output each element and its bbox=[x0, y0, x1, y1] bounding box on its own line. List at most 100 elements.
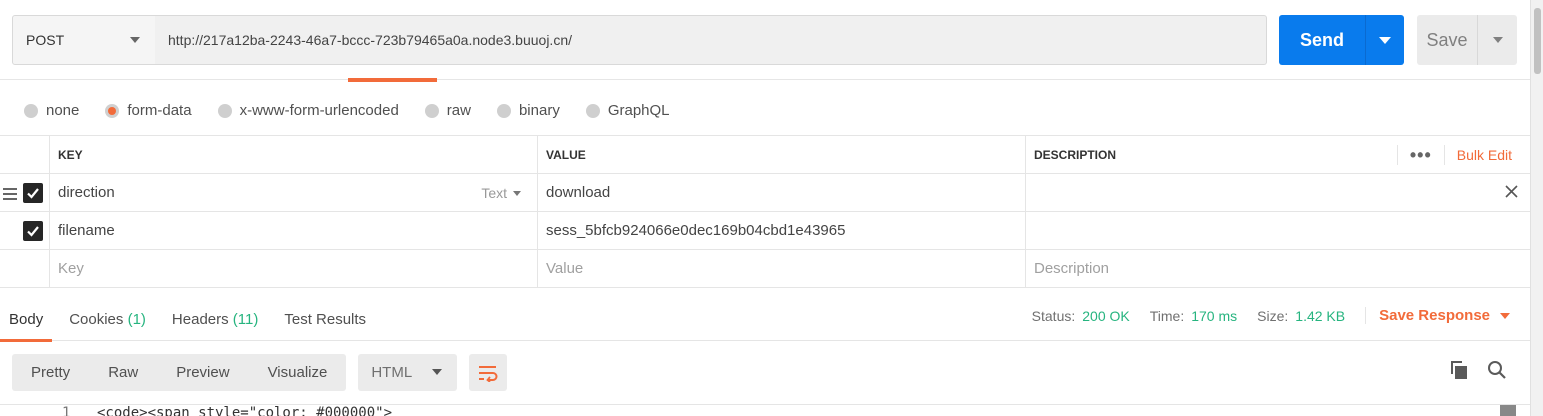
radio-form-data[interactable]: form-data bbox=[105, 102, 192, 119]
delete-row-icon[interactable] bbox=[1505, 185, 1518, 203]
status-label: Status: bbox=[1031, 307, 1076, 324]
url-input[interactable]: http://217a12ba-2243-46a7-bccc-723b79465… bbox=[155, 15, 1267, 65]
table-cell bbox=[0, 136, 50, 173]
copy-icon[interactable] bbox=[1449, 360, 1469, 385]
value-input[interactable]: Value bbox=[538, 250, 1026, 287]
status-value[interactable]: 200 OK bbox=[1082, 308, 1129, 324]
send-button[interactable]: Send bbox=[1279, 30, 1365, 51]
view-toolbar: Pretty Raw Preview Visualize HTML bbox=[12, 354, 508, 391]
more-options-icon[interactable]: ••• bbox=[1396, 145, 1444, 165]
column-header-description: DESCRIPTION ••• Bulk Edit bbox=[1026, 136, 1530, 173]
view-preview[interactable]: Preview bbox=[157, 354, 248, 391]
radio-label: GraphQL bbox=[607, 102, 670, 119]
save-response-label: Save Response bbox=[1379, 307, 1490, 324]
method-label: POST bbox=[26, 32, 65, 48]
tab-label: Body bbox=[9, 311, 44, 328]
key-type-label: Text bbox=[481, 185, 507, 201]
column-header-key: KEY bbox=[50, 136, 538, 173]
send-options-button[interactable] bbox=[1366, 36, 1404, 44]
size-value[interactable]: 1.42 KB bbox=[1295, 308, 1345, 324]
radio-selected-icon bbox=[105, 103, 120, 118]
table-header: KEY VALUE DESCRIPTION ••• Bulk Edit bbox=[0, 136, 1530, 174]
url-text: http://217a12ba-2243-46a7-bccc-723b79465… bbox=[168, 32, 572, 48]
body-type-selector: none form-data x-www-form-urlencoded raw… bbox=[0, 88, 696, 133]
request-bar: POST http://217a12ba-2243-46a7-bccc-723b… bbox=[0, 0, 1530, 82]
radio-label: form-data bbox=[127, 102, 192, 119]
wrap-lines-button[interactable] bbox=[469, 354, 508, 391]
save-button[interactable]: Save bbox=[1417, 30, 1477, 51]
table-row: filename sess_5bfcb924066e0dec169b04cbd1… bbox=[0, 212, 1530, 250]
table-cell[interactable] bbox=[1026, 174, 1530, 211]
table-cell[interactable] bbox=[1026, 212, 1530, 249]
description-input[interactable]: Description bbox=[1026, 250, 1530, 287]
save-options-button[interactable] bbox=[1478, 37, 1517, 43]
column-header-value: VALUE bbox=[538, 136, 1026, 173]
send-button-group: Send bbox=[1279, 15, 1404, 65]
table-cell[interactable]: download bbox=[538, 174, 1026, 211]
response-actions bbox=[1449, 360, 1507, 385]
tab-cookies[interactable]: Cookies (1) bbox=[60, 297, 155, 341]
tab-test-results[interactable]: Test Results bbox=[275, 297, 375, 341]
scrollbar-thumb[interactable] bbox=[1534, 8, 1541, 74]
chevron-down-icon bbox=[1492, 37, 1503, 43]
tab-body[interactable]: Body bbox=[0, 297, 53, 342]
scrollbar[interactable] bbox=[1530, 0, 1543, 416]
radio-label: binary bbox=[518, 102, 560, 119]
radio-icon bbox=[585, 103, 600, 118]
response-tabs: Body Cookies (1) Headers (11) Test Resul… bbox=[0, 297, 383, 342]
table-cell[interactable]: filename bbox=[50, 212, 538, 249]
table-tools: ••• Bulk Edit bbox=[1396, 145, 1512, 165]
key-text: direction bbox=[58, 184, 115, 201]
chevron-down-icon bbox=[1379, 36, 1391, 44]
table-cell[interactable]: sess_5bfcb924066e0dec169b04cbd1e43965 bbox=[538, 212, 1026, 249]
format-label: HTML bbox=[371, 364, 413, 381]
view-pretty[interactable]: Pretty bbox=[12, 354, 89, 391]
table-row-new: Key Value Description bbox=[0, 250, 1530, 288]
view-mode-group: Pretty Raw Preview Visualize bbox=[12, 354, 347, 391]
tab-label: Test Results bbox=[284, 311, 367, 328]
tab-headers[interactable]: Headers (11) bbox=[163, 297, 267, 341]
bulk-edit-link[interactable]: Bulk Edit bbox=[1443, 145, 1512, 165]
key-text: filename bbox=[58, 222, 115, 239]
key-type-select[interactable]: Text bbox=[481, 185, 521, 201]
chevron-down-icon bbox=[130, 37, 140, 43]
time-value[interactable]: 170 ms bbox=[1191, 308, 1237, 324]
wrap-icon bbox=[479, 365, 498, 382]
radio-urlencoded[interactable]: x-www-form-urlencoded bbox=[217, 102, 399, 119]
minimap-thumb[interactable] bbox=[1500, 405, 1516, 416]
size-label: Size: bbox=[1257, 307, 1289, 324]
radio-binary[interactable]: binary bbox=[496, 102, 560, 119]
save-response-button[interactable]: Save Response bbox=[1365, 307, 1510, 324]
save-button-group: Save bbox=[1417, 15, 1517, 65]
form-data-table: KEY VALUE DESCRIPTION ••• Bulk Edit dire… bbox=[0, 135, 1530, 288]
chevron-down-icon bbox=[432, 369, 443, 375]
code-viewer[interactable]: 1 <code><span style="color: #000000"> bbox=[0, 404, 1530, 416]
view-raw[interactable]: Raw bbox=[89, 354, 157, 391]
view-visualize[interactable]: Visualize bbox=[249, 354, 347, 391]
radio-icon bbox=[424, 103, 439, 118]
method-select[interactable]: POST bbox=[12, 15, 156, 65]
value-text: sess_5bfcb924066e0dec169b04cbd1e43965 bbox=[546, 222, 846, 239]
table-cell bbox=[0, 174, 50, 211]
tab-count: (1) bbox=[127, 311, 146, 328]
radio-raw[interactable]: raw bbox=[424, 102, 471, 119]
drag-handle-icon[interactable] bbox=[3, 188, 17, 203]
format-select[interactable]: HTML bbox=[358, 354, 458, 391]
key-input[interactable]: Key bbox=[50, 250, 538, 287]
column-header-label: DESCRIPTION bbox=[1034, 147, 1117, 162]
active-tab-indicator bbox=[348, 78, 437, 82]
table-cell bbox=[0, 212, 50, 249]
table-cell[interactable]: direction Text bbox=[50, 174, 538, 211]
radio-label: none bbox=[46, 102, 80, 119]
search-icon[interactable] bbox=[1487, 360, 1507, 385]
radio-none[interactable]: none bbox=[24, 102, 79, 119]
radio-graphql[interactable]: GraphQL bbox=[585, 102, 670, 119]
row-checkbox[interactable] bbox=[23, 183, 43, 203]
chevron-down-icon bbox=[1500, 312, 1510, 319]
response-status: Status: 200 OK Time: 170 ms Size: 1.42 K… bbox=[1032, 307, 1510, 324]
checkmark-icon bbox=[27, 226, 39, 237]
code-line: <code><span style="color: #000000"> bbox=[97, 405, 393, 416]
row-checkbox[interactable] bbox=[23, 221, 43, 241]
tab-count: (11) bbox=[232, 311, 259, 328]
time-label: Time: bbox=[1149, 307, 1185, 324]
